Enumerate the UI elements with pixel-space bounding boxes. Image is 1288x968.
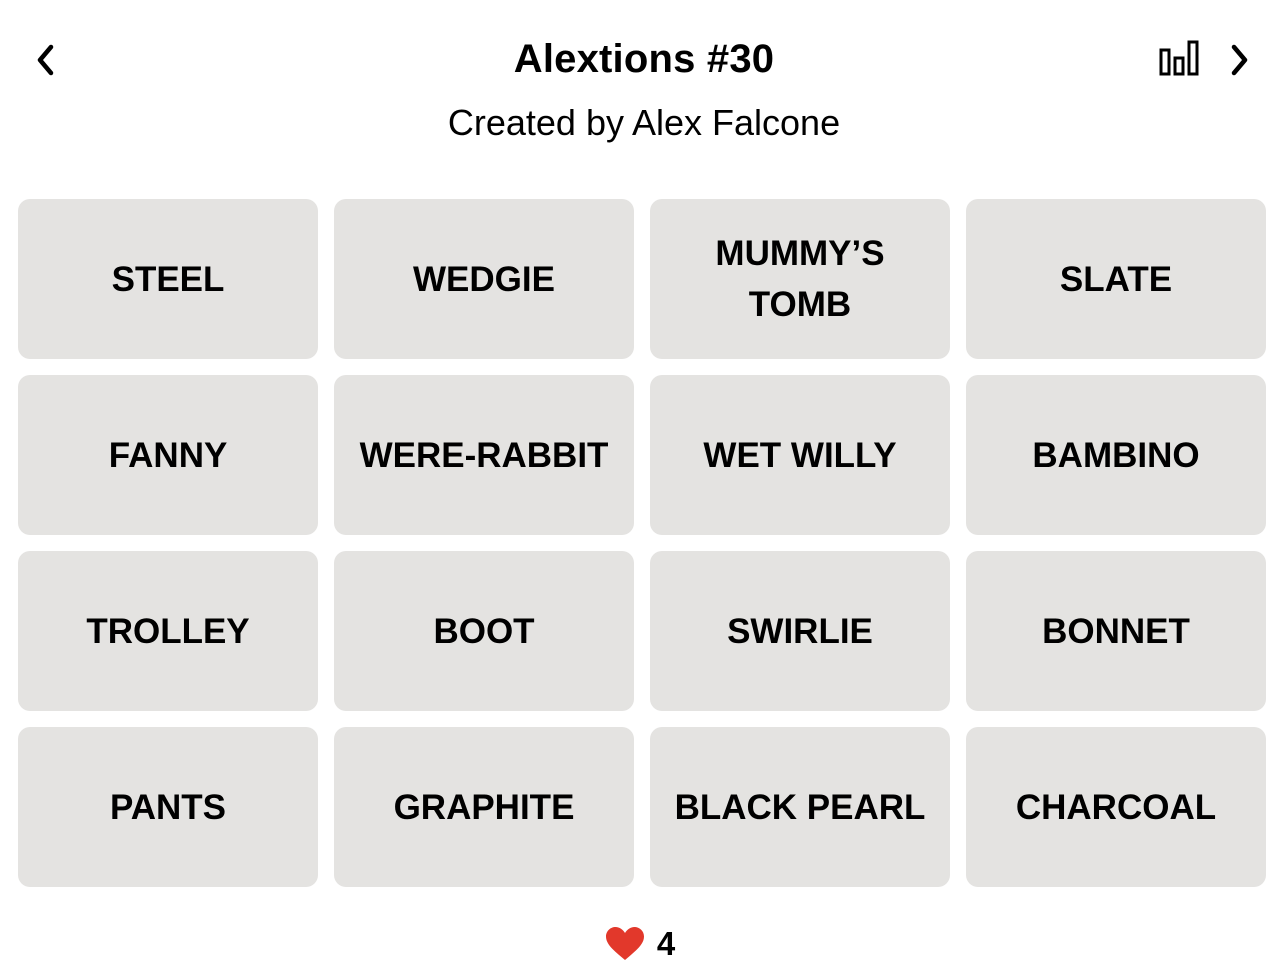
page-subtitle: Created by Alex Falcone <box>447 102 841 143</box>
word-tile[interactable]: GRAPHITE <box>334 727 634 887</box>
next-puzzle-button[interactable] <box>1219 38 1259 82</box>
word-tile[interactable]: CHARCOAL <box>966 727 1266 887</box>
stats-button[interactable] <box>1155 36 1201 80</box>
word-tile[interactable]: BLACK PEARL <box>650 727 950 887</box>
word-tile[interactable]: STEEL <box>18 199 318 359</box>
word-tile[interactable]: MUMMY’S TOMB <box>650 199 950 359</box>
header: Alextions #30 <box>0 0 1288 100</box>
word-tile[interactable]: WERE-RABBIT <box>334 375 634 535</box>
bar-chart-icon <box>1159 40 1199 76</box>
word-tile[interactable]: SWIRLIE <box>650 551 950 711</box>
word-tile[interactable]: TROLLEY <box>18 551 318 711</box>
word-tile[interactable]: BOOT <box>334 551 634 711</box>
word-tile[interactable]: SLATE <box>966 199 1266 359</box>
word-tile[interactable]: WET WILLY <box>650 375 950 535</box>
word-tile[interactable]: FANNY <box>18 375 318 535</box>
word-grid: STEEL WEDGIE MUMMY’S TOMB SLATE FANNY WE… <box>18 199 1266 887</box>
chevron-right-icon <box>1231 44 1248 76</box>
word-tile[interactable]: BAMBINO <box>966 375 1266 535</box>
heart-icon <box>605 926 645 962</box>
lives-count: 4 <box>656 925 676 962</box>
word-tile[interactable]: PANTS <box>18 727 318 887</box>
lives-indicator: 4 <box>0 924 1288 964</box>
word-tile[interactable]: BONNET <box>966 551 1266 711</box>
word-tile[interactable]: WEDGIE <box>334 199 634 359</box>
page-title: Alextions #30 <box>513 37 775 81</box>
